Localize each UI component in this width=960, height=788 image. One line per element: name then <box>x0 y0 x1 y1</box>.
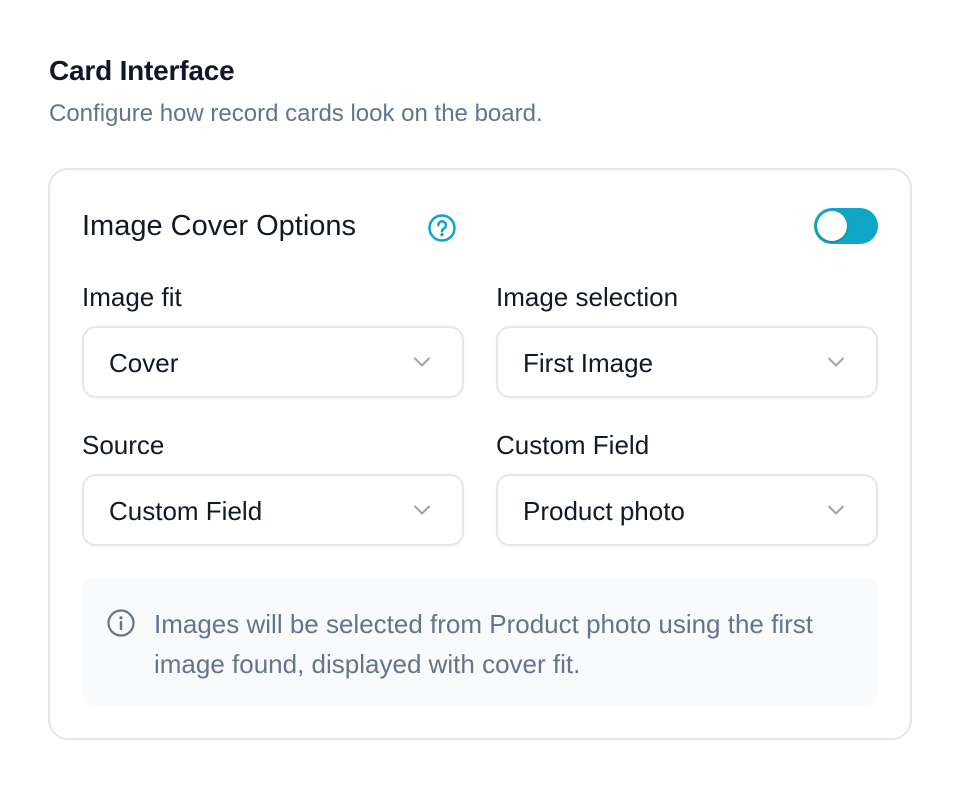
source-value: Custom Field <box>109 496 263 526</box>
info-text: Images will be selected from Product pho… <box>154 609 813 679</box>
image-cover-options-card: Image Cover Options Image fit Cover Imag… <box>48 168 912 740</box>
image-fit-label: Image fit <box>82 282 182 312</box>
chevron-down-icon <box>828 505 844 515</box>
custom-field-label: Custom Field <box>496 430 650 460</box>
image-cover-toggle[interactable] <box>814 208 878 244</box>
toggle-knob <box>817 211 847 241</box>
info-circle-icon <box>107 609 135 637</box>
image-fit-value: Cover <box>109 348 179 378</box>
chevron-down-icon <box>414 357 430 367</box>
custom-field-value: Product photo <box>523 496 685 526</box>
info-box: Images will be selected from Product pho… <box>82 578 878 706</box>
image-fit-select[interactable]: Cover <box>82 326 464 398</box>
page-subtitle: Configure how record cards look on the b… <box>49 100 543 127</box>
image-selection-select[interactable]: First Image <box>496 326 878 398</box>
source-select[interactable]: Custom Field <box>82 474 464 546</box>
section-title: Image Cover Options <box>82 210 357 242</box>
image-selection-value: First Image <box>523 348 654 378</box>
chevron-down-icon <box>414 505 430 515</box>
source-label: Source <box>82 430 165 460</box>
custom-field-select[interactable]: Product photo <box>496 474 878 546</box>
section-header: Image Cover Options <box>82 208 878 248</box>
question-circle-icon[interactable] <box>426 212 458 244</box>
image-selection-label: Image selection <box>496 282 679 312</box>
chevron-down-icon <box>828 357 844 367</box>
page-title: Card Interface <box>49 55 235 86</box>
